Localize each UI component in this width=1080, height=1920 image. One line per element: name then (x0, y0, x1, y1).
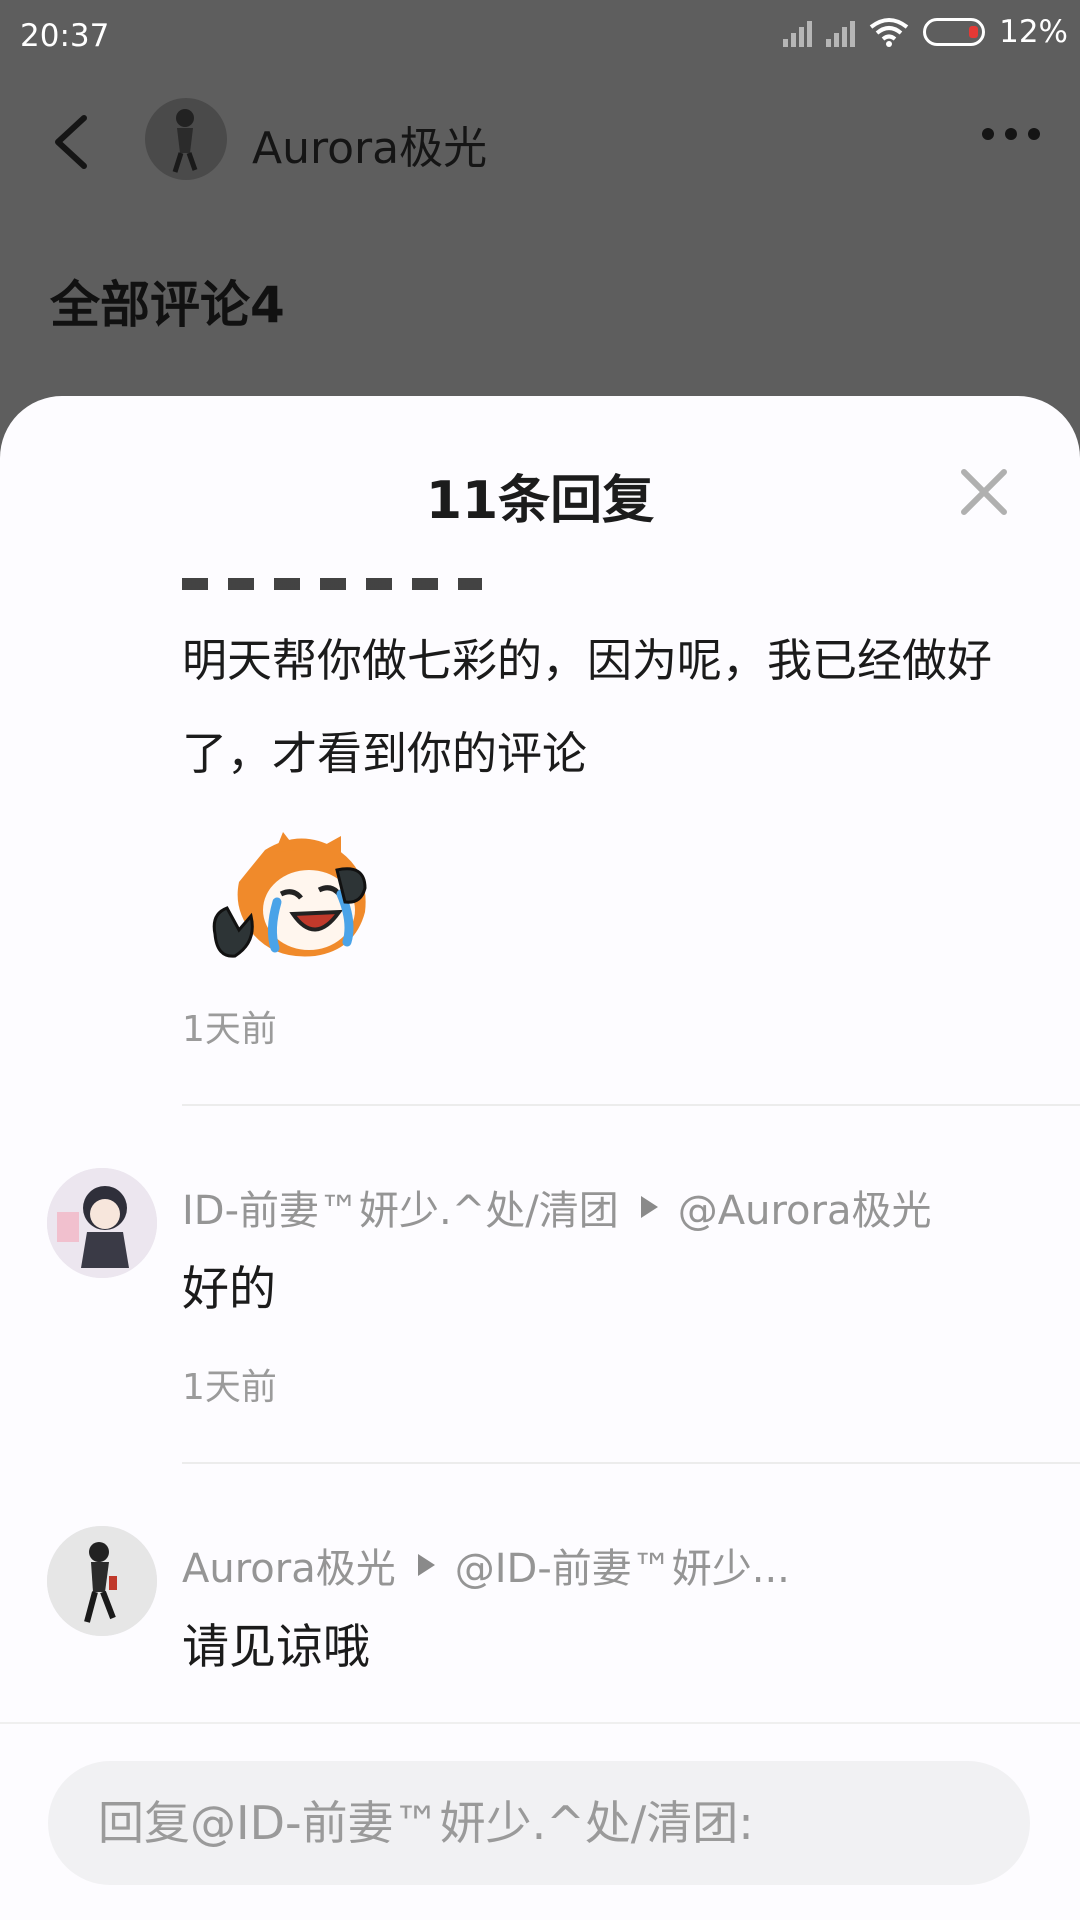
reply-meta: ID-前妻™妍少.^处/清团 @Aurora极光 (182, 1178, 931, 1236)
reply-author[interactable]: ID-前妻™妍少.^处/清团 (182, 1178, 619, 1236)
reply-text: 好的 (182, 1262, 276, 1317)
signal-icon (783, 17, 813, 47)
status-icons: 12% (783, 14, 1068, 50)
back-arrow-icon[interactable] (44, 112, 100, 172)
more-options-icon[interactable] (982, 128, 1040, 140)
reply-input[interactable] (48, 1761, 1030, 1885)
clipped-text-remnant (182, 578, 482, 590)
reply-text: 请见谅哦 (182, 1620, 370, 1675)
status-time: 20:37 (20, 18, 110, 54)
top-nav: Aurora极光 (0, 72, 1080, 212)
sheet-title: 11条回复 (425, 471, 655, 531)
status-bar: 20:37 12% (0, 0, 1080, 72)
reply-target[interactable]: @Aurora极光 (678, 1178, 932, 1236)
all-comments-title: 全部评论4 (50, 276, 285, 334)
reply-target[interactable]: @ID-前妻™妍少... (455, 1536, 790, 1594)
reply-time: 1天前 (182, 1367, 277, 1408)
battery-level: 12% (999, 14, 1068, 50)
reply-input-bar (0, 1722, 1080, 1920)
replies-sheet: 11条回复 明天帮你做七彩的，因为呢，我已经做好了，才看到你的评论 1天前 ID… (0, 396, 1080, 1920)
reply-meta: Aurora极光 @ID-前妻™妍少... (182, 1536, 790, 1594)
avatar[interactable] (145, 98, 227, 180)
reply-author[interactable]: Aurora极光 (182, 1536, 396, 1594)
avatar[interactable] (47, 1168, 157, 1278)
signal-icon (826, 17, 856, 47)
avatar-figure-icon (47, 1526, 157, 1636)
comment-time: 1天前 (182, 1009, 277, 1050)
reply-arrow-icon (417, 1554, 435, 1576)
divider (182, 1462, 1080, 1464)
avatar-anime-girl-icon (47, 1168, 157, 1278)
reply-arrow-icon (640, 1196, 658, 1218)
reply-list: 明天帮你做七彩的，因为呢，我已经做好了，才看到你的评论 1天前 ID-前妻™妍少… (0, 578, 1080, 1718)
crying-laughing-sticker-icon (212, 832, 367, 958)
close-icon[interactable] (958, 466, 1010, 518)
battery-icon (923, 18, 986, 46)
nav-username: Aurora极光 (252, 123, 488, 174)
wifi-icon (869, 18, 909, 47)
avatar[interactable] (47, 1526, 157, 1636)
avatar-figure-icon (172, 109, 198, 173)
comment-text: 明天帮你做七彩的，因为呢，我已经做好了，才看到你的评论 (182, 634, 993, 780)
divider (182, 1104, 1080, 1106)
